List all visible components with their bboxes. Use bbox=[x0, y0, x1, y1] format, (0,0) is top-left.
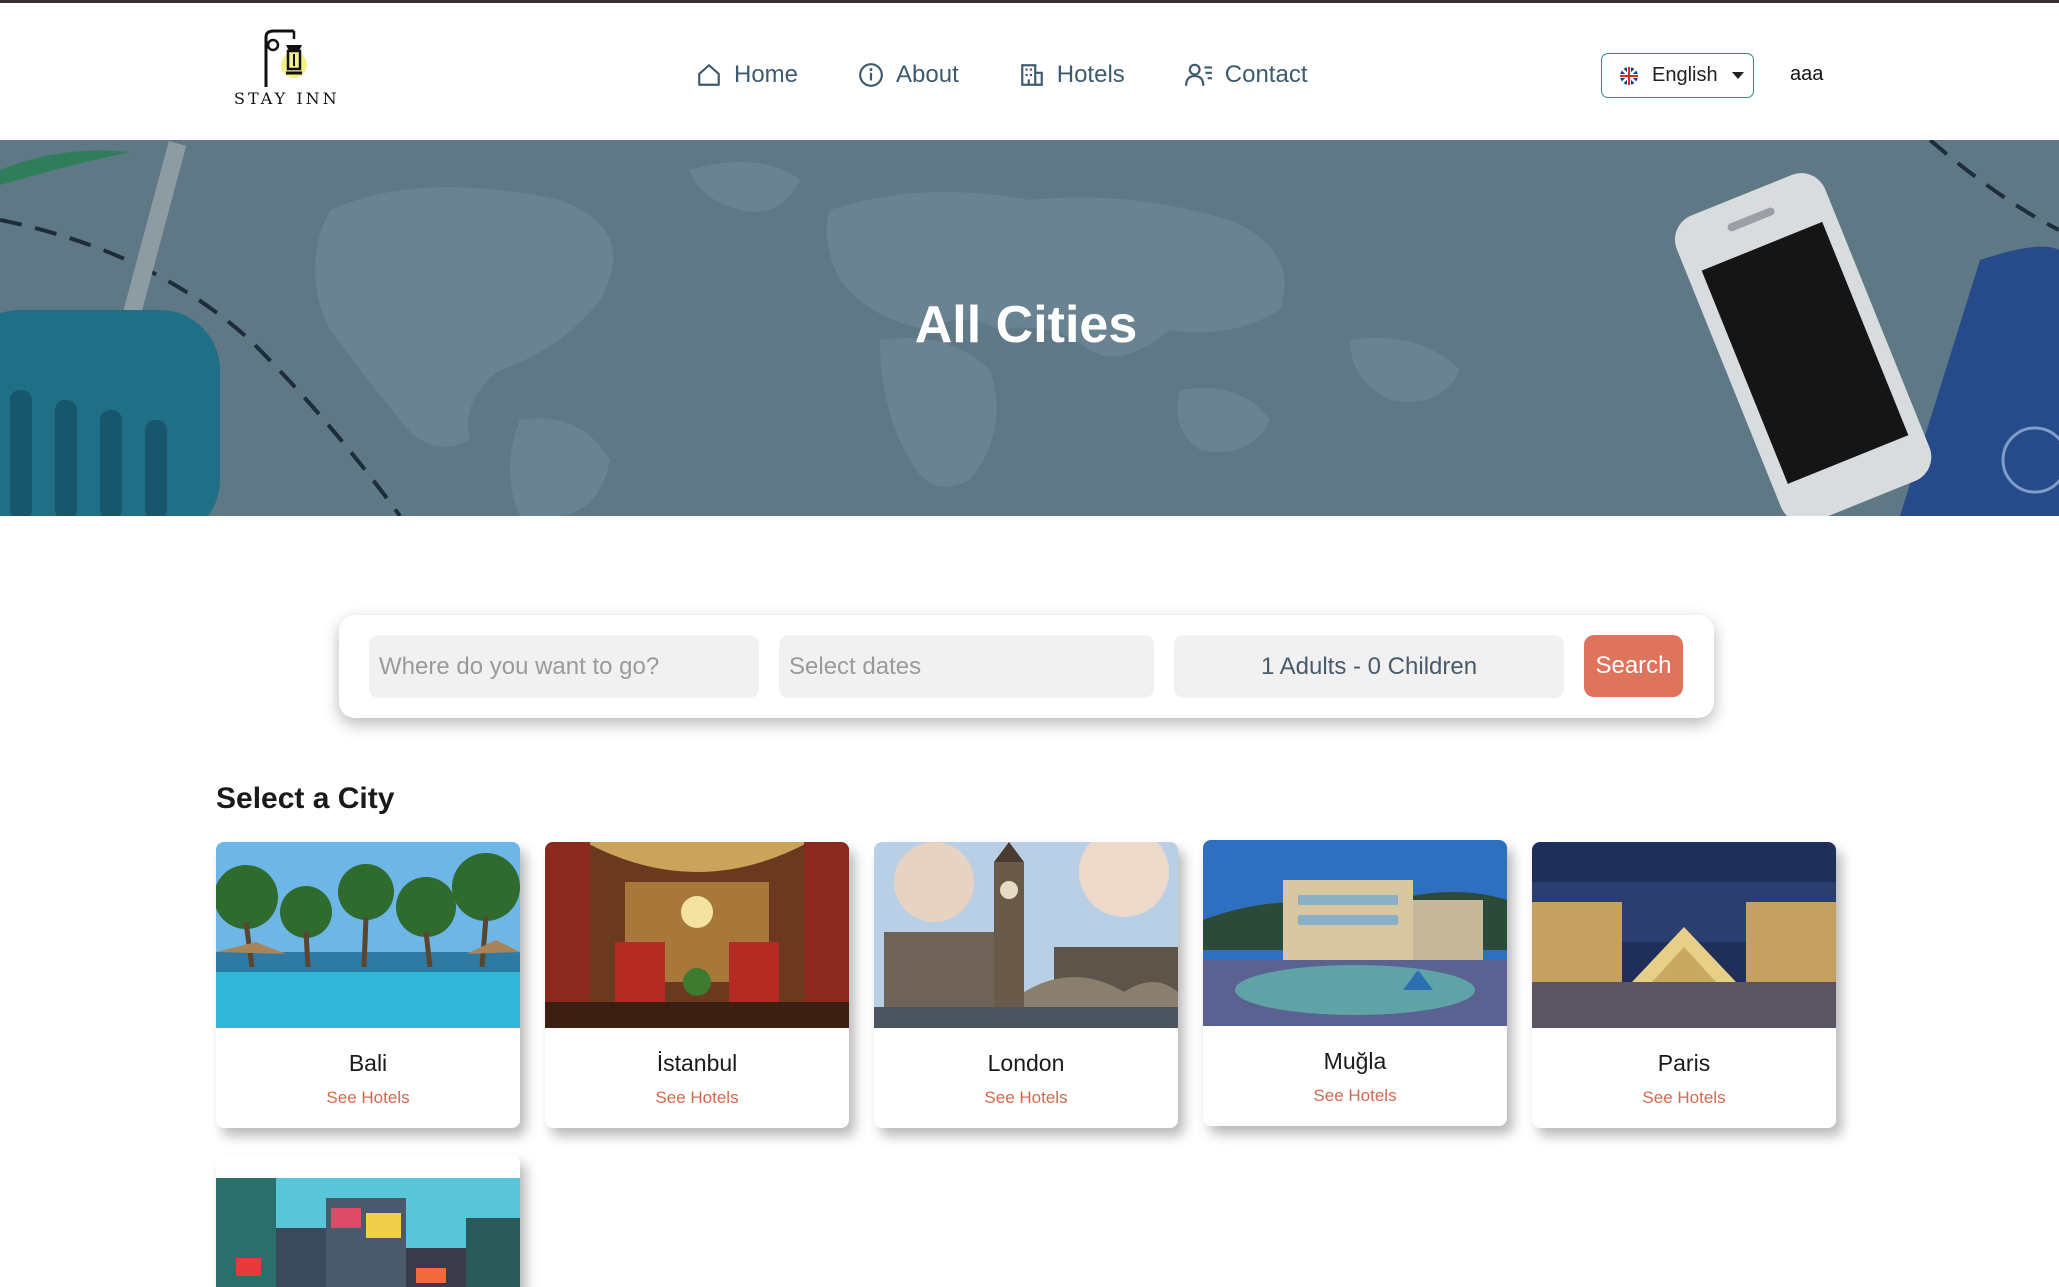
site-header: STAY INN Home About Hotels Contact Engli… bbox=[0, 3, 2059, 140]
city-card-mugla[interactable]: Muğla See Hotels bbox=[1203, 840, 1507, 1126]
nav-about[interactable]: About bbox=[858, 55, 959, 95]
search-panel: 1 Adults - 0 Children Search bbox=[339, 615, 1714, 718]
city-name: İstanbul bbox=[656, 1050, 738, 1076]
hero-title: All Cities bbox=[914, 296, 1138, 354]
london-photo bbox=[874, 842, 1178, 1028]
city-name: Paris bbox=[1657, 1050, 1711, 1076]
section-title: Select a City bbox=[216, 782, 395, 815]
see-hotels-link[interactable]: See Hotels bbox=[874, 1088, 1178, 1108]
nav-hotels-label: Hotels bbox=[1056, 61, 1125, 88]
nav-home-label: Home bbox=[734, 61, 799, 88]
paris-photo bbox=[1532, 842, 1836, 1028]
city-card-partial[interactable] bbox=[216, 1155, 520, 1287]
lantern-icon bbox=[264, 29, 307, 87]
main-nav: Home About Hotels Contact bbox=[696, 55, 1308, 95]
nav-about-label: About bbox=[896, 61, 959, 88]
brand-logo[interactable]: STAY INN bbox=[230, 25, 350, 115]
logo-text: STAY INN bbox=[234, 89, 340, 108]
bali-photo bbox=[216, 842, 520, 1028]
city-name: Bali bbox=[348, 1050, 388, 1076]
city-name: Muğla bbox=[1323, 1048, 1387, 1074]
nav-contact-label: Contact bbox=[1224, 61, 1308, 88]
info-icon bbox=[859, 63, 883, 87]
city-card-london[interactable]: London See Hotels bbox=[874, 842, 1178, 1128]
hero-banner: All Cities bbox=[0, 140, 2059, 516]
uk-flag-icon bbox=[1620, 66, 1638, 85]
see-hotels-link[interactable]: See Hotels bbox=[1203, 1086, 1507, 1106]
language-label: English bbox=[1652, 64, 1718, 86]
dates-input[interactable] bbox=[779, 635, 1154, 698]
home-icon bbox=[698, 64, 720, 86]
nav-contact[interactable]: Contact bbox=[1184, 55, 1308, 95]
building-icon bbox=[1020, 64, 1043, 86]
mugla-photo bbox=[1203, 840, 1507, 1026]
contact-person-icon bbox=[1184, 63, 1212, 86]
istanbul-photo bbox=[545, 842, 849, 1028]
city-card-istanbul[interactable]: İstanbul See Hotels bbox=[545, 842, 849, 1128]
caret-down-icon bbox=[1731, 72, 1744, 79]
guests-selector[interactable]: 1 Adults - 0 Children bbox=[1174, 635, 1564, 698]
user-menu[interactable]: aaa bbox=[1790, 63, 1823, 86]
city-name: London bbox=[987, 1050, 1065, 1076]
language-dropdown[interactable]: English bbox=[1601, 53, 1754, 98]
search-button[interactable]: Search bbox=[1584, 635, 1683, 697]
nav-hotels[interactable]: Hotels bbox=[1019, 55, 1125, 95]
see-hotels-link[interactable]: See Hotels bbox=[545, 1088, 849, 1108]
city-card-paris[interactable]: Paris See Hotels bbox=[1532, 842, 1836, 1128]
nav-home[interactable]: Home bbox=[696, 55, 798, 95]
city-card-bali[interactable]: Bali See Hotels bbox=[216, 842, 520, 1128]
destination-input[interactable] bbox=[369, 635, 759, 698]
see-hotels-link[interactable]: See Hotels bbox=[216, 1088, 520, 1108]
city-street-photo bbox=[216, 1178, 520, 1287]
see-hotels-link[interactable]: See Hotels bbox=[1532, 1088, 1836, 1108]
